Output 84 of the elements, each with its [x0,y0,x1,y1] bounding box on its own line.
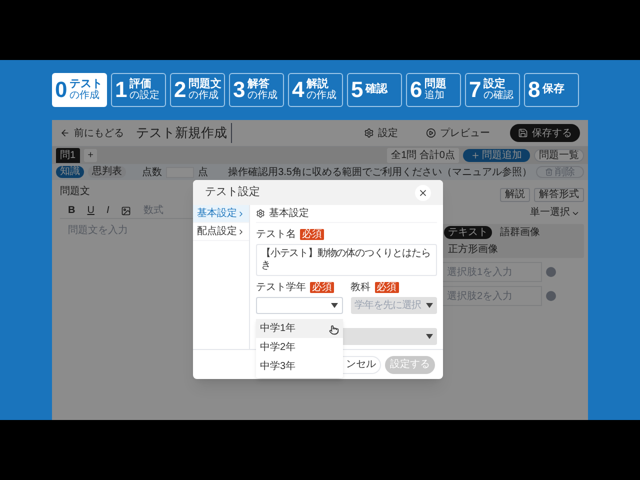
field-label: テスト学年 [256,281,306,295]
step-number: 0 [55,79,68,101]
section-heading: 基本設定 [269,206,309,221]
answer-tab[interactable]: 語群画像 [496,226,544,239]
question-list-button[interactable]: 問題一覧 [534,149,584,162]
step-label: 保存 [542,84,564,96]
header-action-button[interactable]: プレビュー [418,124,498,142]
choice-field[interactable]: 選択肢1を入力 [442,262,542,282]
score-label: 点数 [142,166,162,180]
radio-icon[interactable] [546,291,556,301]
format-button[interactable]: U [87,203,94,218]
back-arrow-icon [60,128,70,138]
caret-icon [330,303,338,308]
settings-icon [364,128,374,138]
back-button[interactable]: 前にもどる [60,126,124,140]
chevron-right-icon [237,228,245,236]
grade-select[interactable] [256,297,342,314]
pointer-icon [328,325,338,335]
format-button[interactable]: I [106,203,110,218]
step-label: の確認 [483,90,514,102]
step-number: 6 [410,79,422,101]
page-title: テスト新規作成 [136,123,232,143]
dialog-title: テスト設定 [205,184,261,200]
step-label: の作成 [247,90,278,102]
format-button[interactable]: B [68,203,76,218]
step-label: 設定 [483,78,506,90]
step-number: 3 [233,79,246,101]
step-label: 追加 [424,90,446,102]
caret-icon [426,334,433,339]
answer-tab[interactable]: テキスト [444,226,492,239]
step-number: 8 [528,79,540,101]
panel-button[interactable]: 解説 [500,188,530,202]
step-label: 評価 [129,78,152,90]
answer-tab[interactable]: 正方形画像 [444,243,502,256]
dialog-nav-item[interactable]: 配点設定 [193,223,249,241]
step-label: 確認 [365,84,388,96]
step-label: の作成 [188,90,220,102]
step-label: 問題文 [188,78,222,90]
test-name-field[interactable]: 【小テスト】動物の体のつくりとはたらき [256,244,437,276]
question-tab[interactable]: 問1 [56,148,80,163]
image-icon[interactable] [121,206,132,216]
gear-icon [256,209,265,218]
save-icon [518,128,528,138]
score-unit: 点 [198,166,208,180]
radio-icon[interactable] [546,267,556,277]
caret-icon [426,303,433,308]
required-tag: 必須 [374,282,398,293]
required-tag: 必須 [310,282,334,293]
panel-button[interactable]: 解答形式 [534,188,584,202]
field-label: 教科 [350,280,370,295]
play-icon [426,128,436,138]
add-tab-button[interactable]: + [84,149,98,162]
step-label: の設定 [129,90,160,102]
plus-icon [471,151,480,160]
category-pill[interactable]: 思判表 [88,166,126,178]
header-action-button[interactable]: 設定 [356,124,406,142]
step-label: 問題 [424,78,446,90]
header-action-button[interactable]: 保存する [510,124,580,142]
step-number: 4 [292,79,304,101]
field-label: テスト名 [256,228,296,242]
question-label: 問題文 [60,184,90,199]
close-icon [418,188,428,198]
answer-type-select[interactable]: 単一選択 [526,206,584,220]
step-label: 解説 [306,78,328,90]
choice-field[interactable]: 選択肢2を入力 [442,286,542,306]
step-number: 2 [174,79,186,101]
dialog-nav-item[interactable]: 基本設定 [193,205,249,223]
category-pill[interactable]: 知識 [56,166,84,178]
step-label: テスト [69,78,102,90]
notice-text: 操作確認用3.5角に収める範囲でご利用ください（マニュアル参照） [228,166,532,180]
trash-icon [545,168,553,176]
step-label: 解答 [247,78,270,90]
required-tag: 必須 [300,229,324,240]
close-button[interactable] [415,184,431,200]
grade-option[interactable]: 中学1年 [256,319,342,338]
step-label: の作成 [69,90,100,102]
question-summary: 全1問 合計0点 [387,148,459,163]
chevron-right-icon [237,210,245,218]
step-number: 5 [351,79,364,101]
step-number: 1 [115,79,128,101]
step-label: の作成 [306,90,336,102]
step-number: 7 [469,79,482,101]
grade-option[interactable]: 中学2年 [256,338,342,357]
add-question-button[interactable]: 問題追加 [463,149,530,162]
